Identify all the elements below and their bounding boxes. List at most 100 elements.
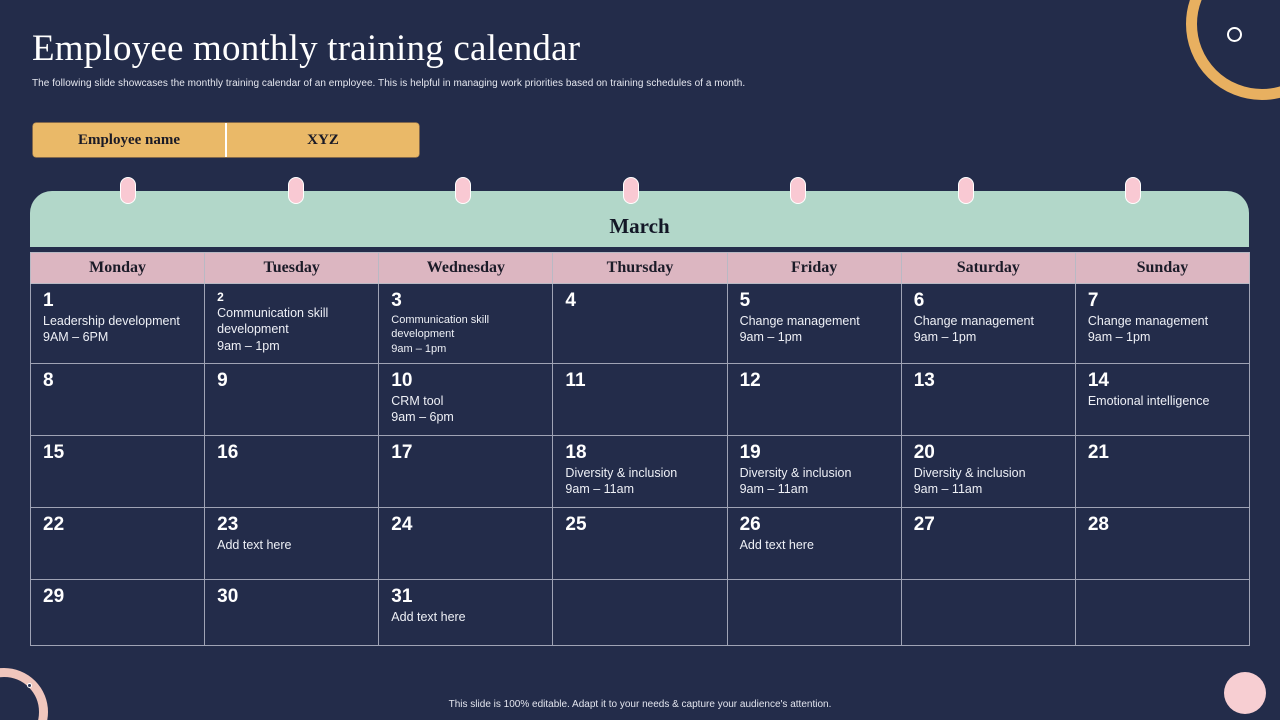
calendar-day-cell-1[interactable]: 1 Leadership development 9AM – 6PM: [29, 283, 206, 364]
top-right-small-circle-icon: [1227, 27, 1242, 42]
calendar-week-row: 22 23 Add text here 24 25 26 Add text here 27 28: [29, 507, 1251, 580]
day-number: 10: [391, 370, 413, 391]
day-event-line: Change management: [913, 313, 1034, 328]
day-event-text: Communication skill development 9am – 1pm: [217, 305, 369, 355]
binder-ring: [622, 177, 639, 204]
calendar-day-cell-9[interactable]: 9: [204, 363, 380, 436]
calendar-day-cell-18[interactable]: 18 Diversity & inclusion 9am – 11am: [552, 435, 728, 508]
day-number: 5: [739, 290, 751, 311]
calendar-day-cell-17[interactable]: 17: [378, 435, 554, 508]
calendar-week-row: 8 9 10 CRM tool 9am – 6pm 11 12 13 14 Emotional i…: [29, 363, 1251, 436]
calendar-day-cell-26[interactable]: 26 Add text here: [726, 507, 902, 580]
calendar-day-cell-14[interactable]: 14 Emotional intelligence: [1074, 363, 1251, 436]
calendar-day-cell-8[interactable]: 8: [29, 363, 206, 436]
day-number: 19: [739, 442, 761, 463]
day-number: 15: [43, 442, 65, 463]
calendar-day-header-thursday: Thursday: [552, 252, 728, 284]
day-event-text: Emotional intelligence: [1088, 393, 1240, 410]
day-number: 6: [913, 290, 925, 311]
day-event-line: Add text here: [217, 537, 292, 552]
month-label: March: [609, 213, 670, 238]
calendar-day-cell-empty[interactable]: [900, 579, 1076, 646]
calendar-day-cell-31[interactable]: 31 Add text here: [378, 579, 554, 646]
calendar-day-cell-empty[interactable]: [1074, 579, 1251, 646]
day-event-line: 9am – 1pm: [913, 330, 977, 345]
calendar-day-cell-19[interactable]: 19 Diversity & inclusion 9am – 11am: [726, 435, 902, 508]
day-number: 31: [391, 586, 413, 607]
day-event-line: 9am – 1pm: [739, 330, 803, 345]
binder-ring: [1125, 177, 1141, 204]
day-number: 4: [565, 290, 576, 311]
binder-ring: [287, 177, 304, 204]
day-number: 17: [391, 442, 413, 463]
calendar-day-cell-27[interactable]: 27: [900, 507, 1076, 580]
day-number: 30: [217, 586, 239, 607]
calendar-day-cell-20[interactable]: 20 Diversity & inclusion 9am – 11am: [900, 435, 1076, 508]
calendar-day-cell-28[interactable]: 28: [1074, 507, 1251, 580]
calendar-day-cell-22[interactable]: 22: [29, 507, 206, 580]
calendar-day-cell-16[interactable]: 16: [204, 435, 380, 508]
day-event-line: Leadership development: [43, 313, 180, 328]
calendar-day-cell-21[interactable]: 21: [1074, 435, 1251, 508]
month-banner: March: [30, 177, 1249, 247]
day-number: 9: [217, 370, 228, 391]
day-number: 24: [391, 514, 413, 535]
day-number: 11: [565, 370, 586, 391]
day-event-line: CRM tool: [391, 393, 444, 408]
calendar-day-cell-12[interactable]: 12: [726, 363, 902, 436]
calendar-header-row: Monday Tuesday Wednesday Thursday Friday Satu…: [29, 252, 1251, 284]
page-subtitle: The following slide showcases the monthl…: [32, 78, 746, 89]
day-event-text: Add text here: [391, 609, 543, 626]
day-event-line: 9am – 1pm: [217, 338, 280, 353]
day-number: 21: [1087, 442, 1109, 463]
day-event-text: Diversity & inclusion 9am – 11am: [914, 465, 1066, 498]
calendar-day-cell-15[interactable]: 15: [29, 435, 206, 508]
day-event-line: Diversity & inclusion: [913, 465, 1026, 480]
binder-ring: [120, 177, 136, 204]
calendar-day-header-wednesday: Wednesday: [378, 252, 554, 284]
day-event-line: Communication skill development: [391, 313, 490, 341]
day-number: 13: [913, 370, 935, 391]
calendar-day-header-sunday: Sunday: [1074, 252, 1251, 284]
training-calendar-table: Monday Tuesday Wednesday Thursday Friday Satu…: [29, 252, 1251, 646]
calendar-day-header-tuesday: Tuesday: [204, 252, 380, 284]
calendar-day-cell-29[interactable]: 29: [29, 579, 206, 646]
day-number: 25: [565, 514, 587, 535]
calendar-day-cell-24[interactable]: 24: [378, 507, 554, 580]
day-event-text: Change management 9am – 1pm: [740, 313, 892, 346]
calendar-day-header-friday: Friday: [726, 252, 902, 284]
day-event-line: Diversity & inclusion: [739, 465, 852, 480]
calendar-day-cell-5[interactable]: 5 Change management 9am – 1pm: [726, 283, 902, 364]
day-number: 20: [913, 442, 935, 463]
calendar-day-cell-7[interactable]: 7 Change management 9am – 1pm: [1074, 283, 1251, 364]
day-number: 3: [391, 290, 402, 311]
day-number: 1: [43, 290, 54, 311]
day-event-line: 9am – 11am: [565, 482, 634, 497]
day-number: 29: [43, 586, 65, 607]
employee-name-value[interactable]: XYZ: [227, 123, 419, 157]
day-event-line: 9am – 1pm: [1087, 330, 1151, 345]
calendar-day-cell-2[interactable]: 2 Communication skill development 9am – 1p…: [204, 283, 380, 364]
day-event-line: Emotional intelligence: [1087, 393, 1210, 408]
calendar-day-cell-6[interactable]: 6 Change management 9am – 1pm: [900, 283, 1076, 364]
binder-ring: [455, 177, 471, 204]
calendar-day-cell-3[interactable]: 3 Communication skill development 9am – 1p…: [378, 283, 554, 364]
day-event-line: Communication skill development: [217, 305, 329, 337]
page-title: Employee monthly training calendar: [32, 28, 581, 69]
calendar-day-cell-4[interactable]: 4: [552, 283, 728, 364]
calendar-day-cell-empty[interactable]: [726, 579, 902, 646]
day-event-line: Change management: [1087, 313, 1209, 328]
day-number: 16: [217, 442, 239, 463]
calendar-day-cell-13[interactable]: 13: [900, 363, 1076, 436]
day-number: 2: [217, 290, 224, 304]
calendar-day-cell-23[interactable]: 23 Add text here: [204, 507, 380, 580]
day-event-line: Diversity & inclusion: [565, 465, 678, 480]
calendar-day-cell-11[interactable]: 11: [552, 363, 728, 436]
calendar-week-row: 29 30 31 Add text here: [29, 579, 1251, 646]
day-number: 27: [913, 514, 935, 535]
calendar-day-cell-30[interactable]: 30: [204, 579, 380, 646]
calendar-day-cell-empty[interactable]: [552, 579, 728, 646]
calendar-day-header-monday: Monday: [29, 252, 206, 284]
calendar-day-cell-10[interactable]: 10 CRM tool 9am – 6pm: [378, 363, 554, 436]
calendar-day-cell-25[interactable]: 25: [552, 507, 728, 580]
